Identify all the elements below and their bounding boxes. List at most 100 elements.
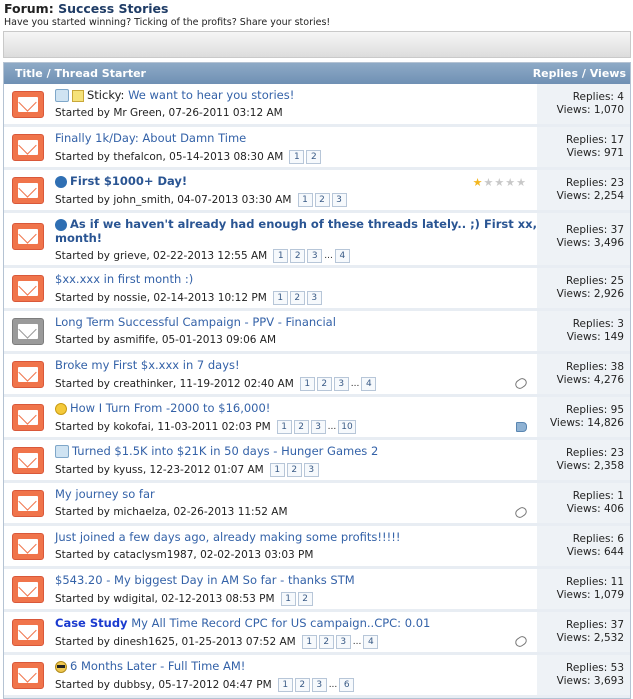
thread-row: Broke my First $x.xxx in 7 days! Started… — [4, 354, 630, 397]
views-count: Views: 14,826 — [549, 417, 624, 429]
page-links: 1 2 3... 10 — [276, 420, 356, 434]
views-count: Views: 406 — [566, 503, 624, 515]
page-link[interactable]: 3 — [333, 377, 349, 391]
forum-description: Have you started winning? Ticking of the… — [4, 17, 331, 28]
thread-row: Case Study My All Time Record CPC for US… — [4, 612, 630, 655]
views-count: Views: 3,496 — [556, 237, 624, 249]
page-link[interactable]: 2 — [290, 249, 306, 263]
page-link[interactable]: 2 — [286, 463, 302, 477]
sort-title-link[interactable]: Title / Thread Starter — [15, 67, 146, 80]
thread-title-link[interactable]: Turned $1.5K into $21K in 50 days - Hung… — [72, 444, 378, 458]
replies-count: Replies: 23 — [566, 177, 624, 189]
replies-count: Replies: 3 — [572, 318, 624, 330]
smiley-icon — [55, 402, 67, 415]
thread-stats: Replies: 1 Views: 406 — [537, 483, 630, 523]
thread-row: How I Turn From -2000 to $16,000! Starte… — [4, 397, 630, 440]
views-count: Views: 644 — [566, 546, 624, 558]
page-link[interactable]: 2 — [314, 193, 330, 207]
thread-status-icon — [12, 223, 44, 250]
page-link[interactable]: 1 — [277, 678, 293, 692]
page-link[interactable]: 4 — [363, 635, 379, 649]
page-link[interactable]: 4 — [361, 377, 377, 391]
thread-status-icon — [12, 134, 44, 161]
page-link[interactable]: 2 — [294, 678, 310, 692]
thread-title-link[interactable]: As if we haven't already had enough of t… — [70, 217, 559, 231]
thread-stats: Replies: 4 Views: 1,070 — [537, 84, 630, 124]
page-link[interactable]: 3 — [310, 420, 326, 434]
page-link[interactable]: 1 — [299, 377, 315, 391]
page-link[interactable]: 1 — [272, 291, 288, 305]
thread-status-icon — [12, 533, 44, 560]
thread-starter: Started by thefalcon, 05-14-2013 08:30 A… — [55, 151, 284, 163]
thread-title-link[interactable]: $xx.xxx in first month :) — [55, 272, 193, 286]
thread-title-link[interactable]: First $1000+ Day! — [70, 174, 187, 188]
views-count: Views: 2,926 — [556, 288, 624, 300]
page-link[interactable]: 3 — [306, 291, 322, 305]
page-links: 12 — [289, 150, 322, 164]
thread-row: Just joined a few days ago, already maki… — [4, 526, 630, 569]
replies-count: Replies: 95 — [566, 404, 624, 416]
thread-starter: Started by asmifife, 05-01-2013 09:06 AM — [55, 334, 277, 346]
thread-status-icon — [12, 619, 44, 646]
page-links: 123 — [269, 463, 319, 477]
thread-status-icon — [12, 177, 44, 204]
thread-starter: Started by dubbsy, 05-17-2012 04:47 PM — [55, 679, 272, 691]
thread-title-link[interactable]: My journey so far — [55, 487, 155, 501]
page-link[interactable]: 1 — [273, 249, 289, 263]
thread-title-link[interactable]: Long Term Successful Campaign - PPV - Fi… — [55, 315, 336, 329]
sticky-prefix: Sticky: — [87, 88, 125, 102]
thread-starter: Started by john_smith, 04-07-2013 03:30 … — [55, 194, 292, 206]
thread-title-link[interactable]: We want to hear you stories! — [128, 88, 294, 102]
thread-stats: Replies: 37 Views: 2,532 — [537, 612, 630, 652]
page-links: 123 — [272, 291, 322, 305]
thread-row: Sticky: We want to hear you stories! Sta… — [4, 84, 630, 127]
page-links: 1 2 3... 4 — [273, 249, 350, 263]
thread-stats: Replies: 38 Views: 4,276 — [537, 354, 630, 394]
page-link[interactable]: 2 — [316, 377, 332, 391]
thread-stats: Replies: 11 Views: 1,079 — [537, 569, 630, 609]
thread-starter: Started by Mr Green, 07-26-2011 03:12 AM — [55, 107, 283, 119]
page-link[interactable]: 1 — [289, 150, 305, 164]
page-link[interactable]: 2 — [293, 420, 309, 434]
page-link[interactable]: 2 — [289, 291, 305, 305]
views-count: Views: 4,276 — [556, 374, 624, 386]
page-link[interactable]: 3 — [335, 635, 351, 649]
page-link[interactable]: 1 — [269, 463, 285, 477]
page-link[interactable]: 3 — [303, 463, 319, 477]
page-links: 123 — [297, 193, 347, 207]
page-link[interactable]: 6 — [339, 678, 355, 692]
replies-count: Replies: 6 — [572, 533, 624, 545]
thread-title-link[interactable]: Finally 1k/Day: About Damn Time — [55, 131, 246, 145]
page-link[interactable]: 1 — [280, 592, 296, 606]
page-link[interactable]: 10 — [338, 420, 356, 434]
page-link[interactable]: 3 — [307, 249, 323, 263]
thread-title-link[interactable]: How I Turn From -2000 to $16,000! — [70, 401, 270, 415]
page-link[interactable]: 2 — [318, 635, 334, 649]
page-link[interactable]: 2 — [297, 592, 313, 606]
thread-title-link[interactable]: My All Time Record CPC for US campaign..… — [131, 616, 430, 630]
thread-row: Finally 1k/Day: About Damn Time Started … — [4, 127, 630, 170]
page-link[interactable]: 4 — [334, 249, 350, 263]
thread-title-link[interactable]: $543.20 - My biggest Day in AM So far - … — [55, 573, 355, 587]
page-link[interactable]: 3 — [311, 678, 327, 692]
thread-list-header: Title / Thread Starter Replies / Views — [4, 63, 630, 84]
page-link[interactable]: 1 — [276, 420, 292, 434]
thread-title-link[interactable]: 6 Months Later - Full Time AM! — [70, 659, 245, 673]
page-link[interactable]: 3 — [331, 193, 347, 207]
replies-count: Replies: 11 — [566, 576, 624, 588]
thread-title-link[interactable]: Broke my First $x.xxx in 7 days! — [55, 358, 240, 372]
page-link[interactable]: 1 — [297, 193, 313, 207]
views-count: Views: 149 — [566, 331, 624, 343]
thread-title-link-cont[interactable]: month! — [55, 231, 102, 245]
thread-title-link[interactable]: Just joined a few days ago, already maki… — [55, 530, 400, 544]
thread-list: Title / Thread Starter Replies / Views S… — [3, 62, 631, 699]
thread-row: As if we haven't already had enough of t… — [4, 213, 630, 268]
sort-replies-link[interactable]: Replies / Views — [533, 67, 626, 80]
thread-row: First $1000+ Day! Started by john_smith,… — [4, 170, 630, 213]
thread-stats: Replies: 23 Views: 2,358 — [537, 440, 630, 480]
page-link[interactable]: 2 — [306, 150, 322, 164]
page-link[interactable]: 1 — [301, 635, 317, 649]
info-icon — [55, 218, 67, 231]
thread-starter: Started by nossie, 02-14-2013 10:12 PM — [55, 292, 267, 304]
replies-count: Replies: 4 — [572, 91, 624, 103]
